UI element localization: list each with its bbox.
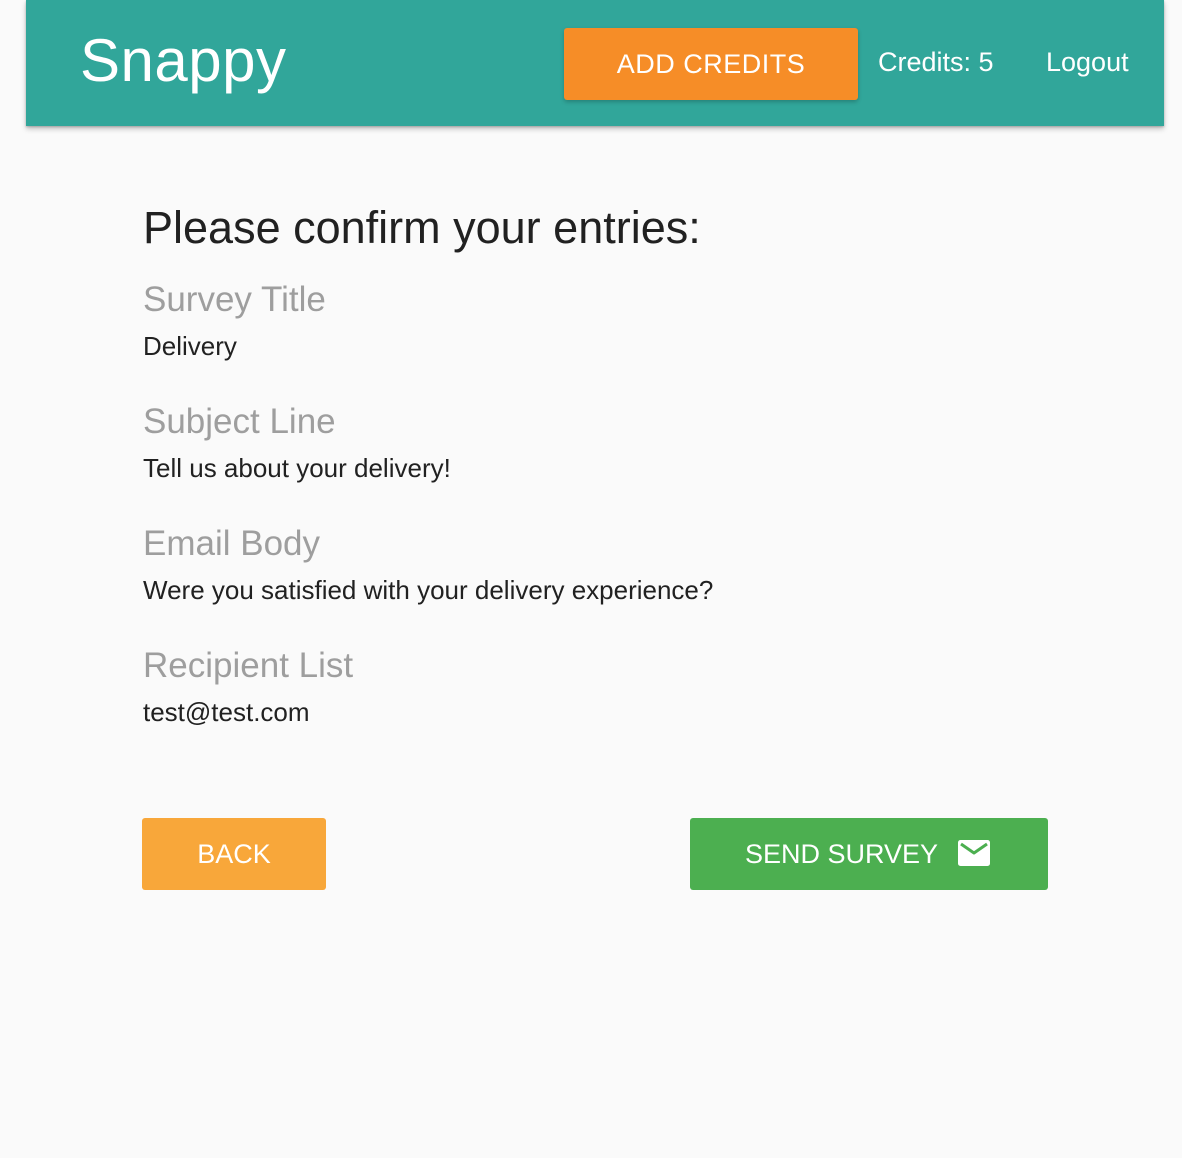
add-credits-button[interactable]: ADD CREDITS bbox=[564, 28, 858, 100]
email-icon bbox=[958, 840, 990, 866]
send-survey-label: SEND SURVEY bbox=[745, 839, 939, 869]
logout-link[interactable]: Logout bbox=[1046, 44, 1129, 80]
field-value: test@test.com bbox=[143, 697, 310, 727]
field-label: Subject Line bbox=[143, 402, 336, 441]
credits-count: Credits: 5 bbox=[878, 47, 994, 77]
back-button[interactable]: BACK bbox=[142, 818, 326, 890]
field-label: Recipient List bbox=[143, 646, 354, 685]
brand-logo[interactable]: Snappy bbox=[80, 26, 287, 96]
field-value: Were you satisfied with your delivery ex… bbox=[143, 575, 714, 605]
field-value: Delivery bbox=[143, 331, 237, 361]
field-label: Survey Title bbox=[143, 280, 326, 319]
field-value: Tell us about your delivery! bbox=[143, 453, 451, 483]
send-survey-button[interactable]: SEND SURVEY bbox=[690, 818, 1048, 890]
field-label: Email Body bbox=[143, 524, 321, 563]
page-title: Please confirm your entries: bbox=[143, 202, 701, 253]
navbar: Snappy ADD CREDITS Credits: 5 Logout bbox=[26, 0, 1164, 126]
